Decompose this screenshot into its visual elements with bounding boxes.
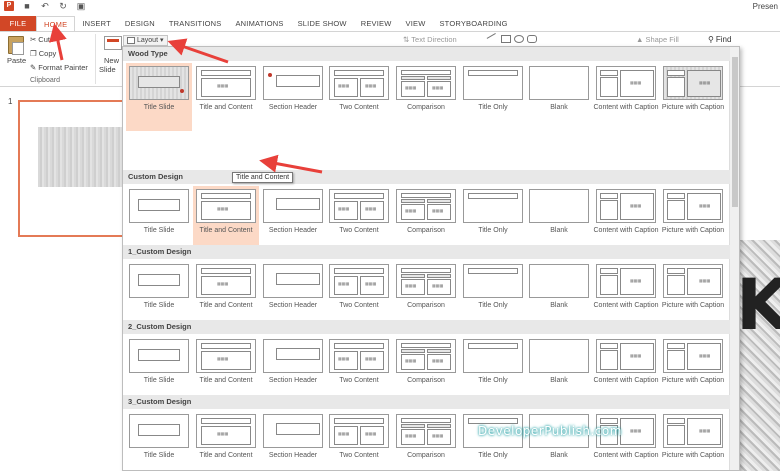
annotation-arrows (49, 23, 323, 174)
arrow-to-title-and-content (259, 154, 323, 174)
arrow-to-layout-button (167, 38, 229, 64)
watermark: DeveloperPublish.com (478, 424, 622, 438)
arrow-to-home-tab (49, 23, 67, 61)
